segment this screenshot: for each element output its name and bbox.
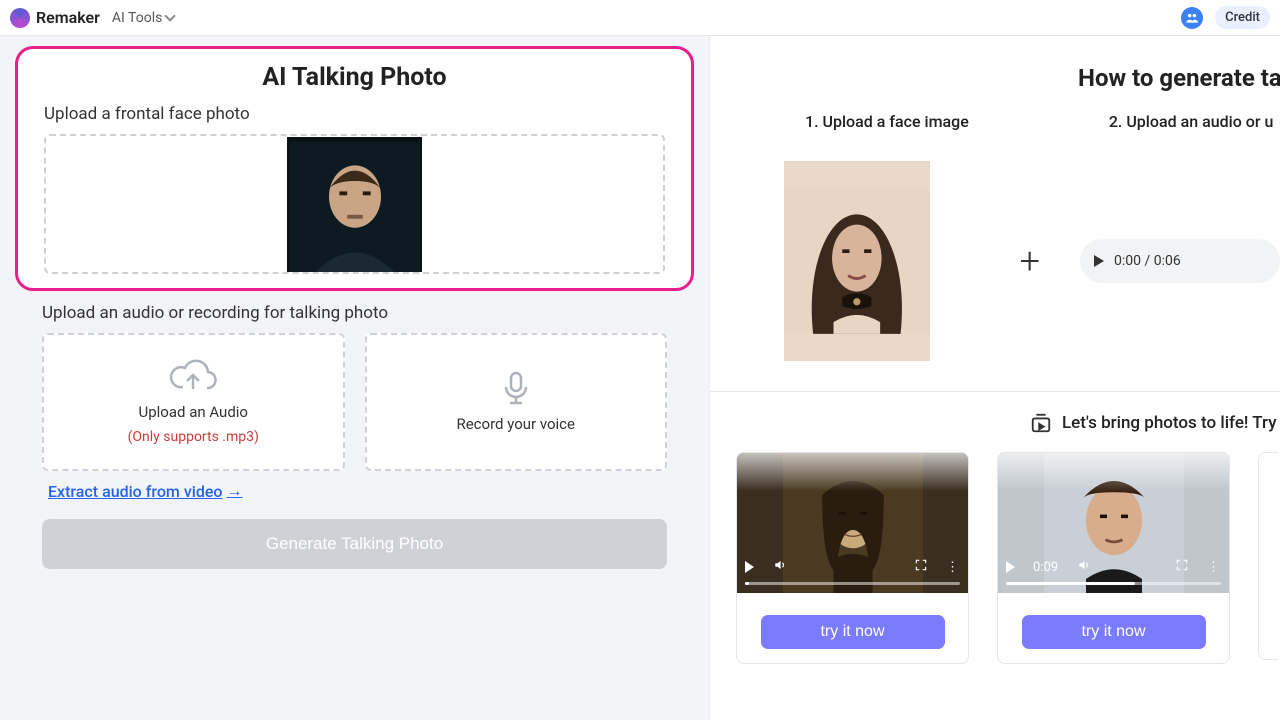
- logo-mark-icon: [10, 8, 30, 28]
- video-gallery-icon: [1030, 412, 1052, 434]
- more-icon[interactable]: ⋮: [1207, 560, 1221, 575]
- face-upload-dropzone[interactable]: [44, 134, 665, 274]
- right-panel: How to generate tal 1. Upload a face ima…: [710, 36, 1280, 720]
- sample-card-3-peek[interactable]: [1258, 452, 1278, 660]
- credit-pill[interactable]: Credit: [1215, 6, 1270, 29]
- sample-video-2[interactable]: 0:09 ⋮: [998, 453, 1229, 593]
- upload-face-label: Upload a frontal face photo: [44, 104, 665, 124]
- sample-video-1[interactable]: ⋮: [737, 453, 968, 593]
- bring-to-life-label: Let's bring photos to life! Try: [1062, 413, 1277, 433]
- fullscreen-icon[interactable]: [1175, 558, 1189, 576]
- chevron-down-icon: [165, 10, 176, 21]
- left-panel: AI Talking Photo Upload a frontal face p…: [0, 36, 710, 720]
- try-it-now-button[interactable]: try it now: [1022, 615, 1206, 649]
- demo-face-image: [784, 161, 930, 361]
- microphone-icon: [501, 371, 531, 407]
- upload-audio-note: (Only supports .mp3): [128, 429, 259, 445]
- volume-icon[interactable]: [1076, 558, 1092, 576]
- fullscreen-icon[interactable]: [914, 558, 928, 576]
- brand-name: Remaker: [36, 8, 100, 27]
- record-voice-card[interactable]: Record your voice: [365, 333, 668, 471]
- brand-logo[interactable]: Remaker: [10, 8, 100, 28]
- extract-audio-link[interactable]: Extract audio from video →: [48, 481, 243, 501]
- volume-icon[interactable]: [772, 558, 788, 576]
- community-icon[interactable]: [1181, 7, 1203, 29]
- sample-card-2: 0:09 ⋮: [997, 452, 1230, 664]
- play-icon[interactable]: [745, 561, 754, 573]
- sample-card-1: ⋮ try it now: [736, 452, 969, 664]
- audio-time-label: 0:00 / 0:06: [1114, 253, 1181, 269]
- page-title: AI Talking Photo: [44, 63, 665, 92]
- credit-label: Credit: [1225, 10, 1260, 25]
- play-icon[interactable]: [1094, 255, 1104, 267]
- step-2-label: 2. Upload an audio or u: [1109, 112, 1274, 131]
- face-upload-section: AI Talking Photo Upload a frontal face p…: [15, 46, 694, 291]
- uploaded-face-thumbnail[interactable]: [287, 137, 422, 272]
- generate-button[interactable]: Generate Talking Photo: [42, 519, 667, 569]
- upload-audio-label: Upload an audio or recording for talking…: [42, 303, 667, 323]
- samples-row: ⋮ try it now: [710, 448, 1280, 664]
- video-time-label: 0:09: [1033, 560, 1058, 575]
- upload-audio-text: Upload an Audio: [139, 403, 249, 421]
- demo-audio-player[interactable]: 0:00 / 0:06: [1080, 239, 1280, 283]
- plus-icon: +: [1020, 240, 1040, 282]
- more-icon[interactable]: ⋮: [946, 560, 960, 575]
- arrow-right-icon: →: [227, 481, 243, 501]
- record-voice-text: Record your voice: [456, 415, 575, 433]
- top-bar: Remaker AI Tools Credit: [0, 0, 1280, 36]
- nav-ai-tools[interactable]: AI Tools: [112, 10, 174, 26]
- try-it-now-button[interactable]: try it now: [761, 615, 945, 649]
- extract-audio-link-label: Extract audio from video: [48, 482, 223, 501]
- howto-title: How to generate tal: [1078, 64, 1280, 92]
- play-icon[interactable]: [1006, 561, 1015, 573]
- nav-ai-tools-label: AI Tools: [112, 10, 162, 26]
- upload-audio-card[interactable]: Upload an Audio (Only supports .mp3): [42, 333, 345, 471]
- step-1-label: 1. Upload a face image: [805, 112, 969, 131]
- cloud-upload-icon: [169, 359, 217, 395]
